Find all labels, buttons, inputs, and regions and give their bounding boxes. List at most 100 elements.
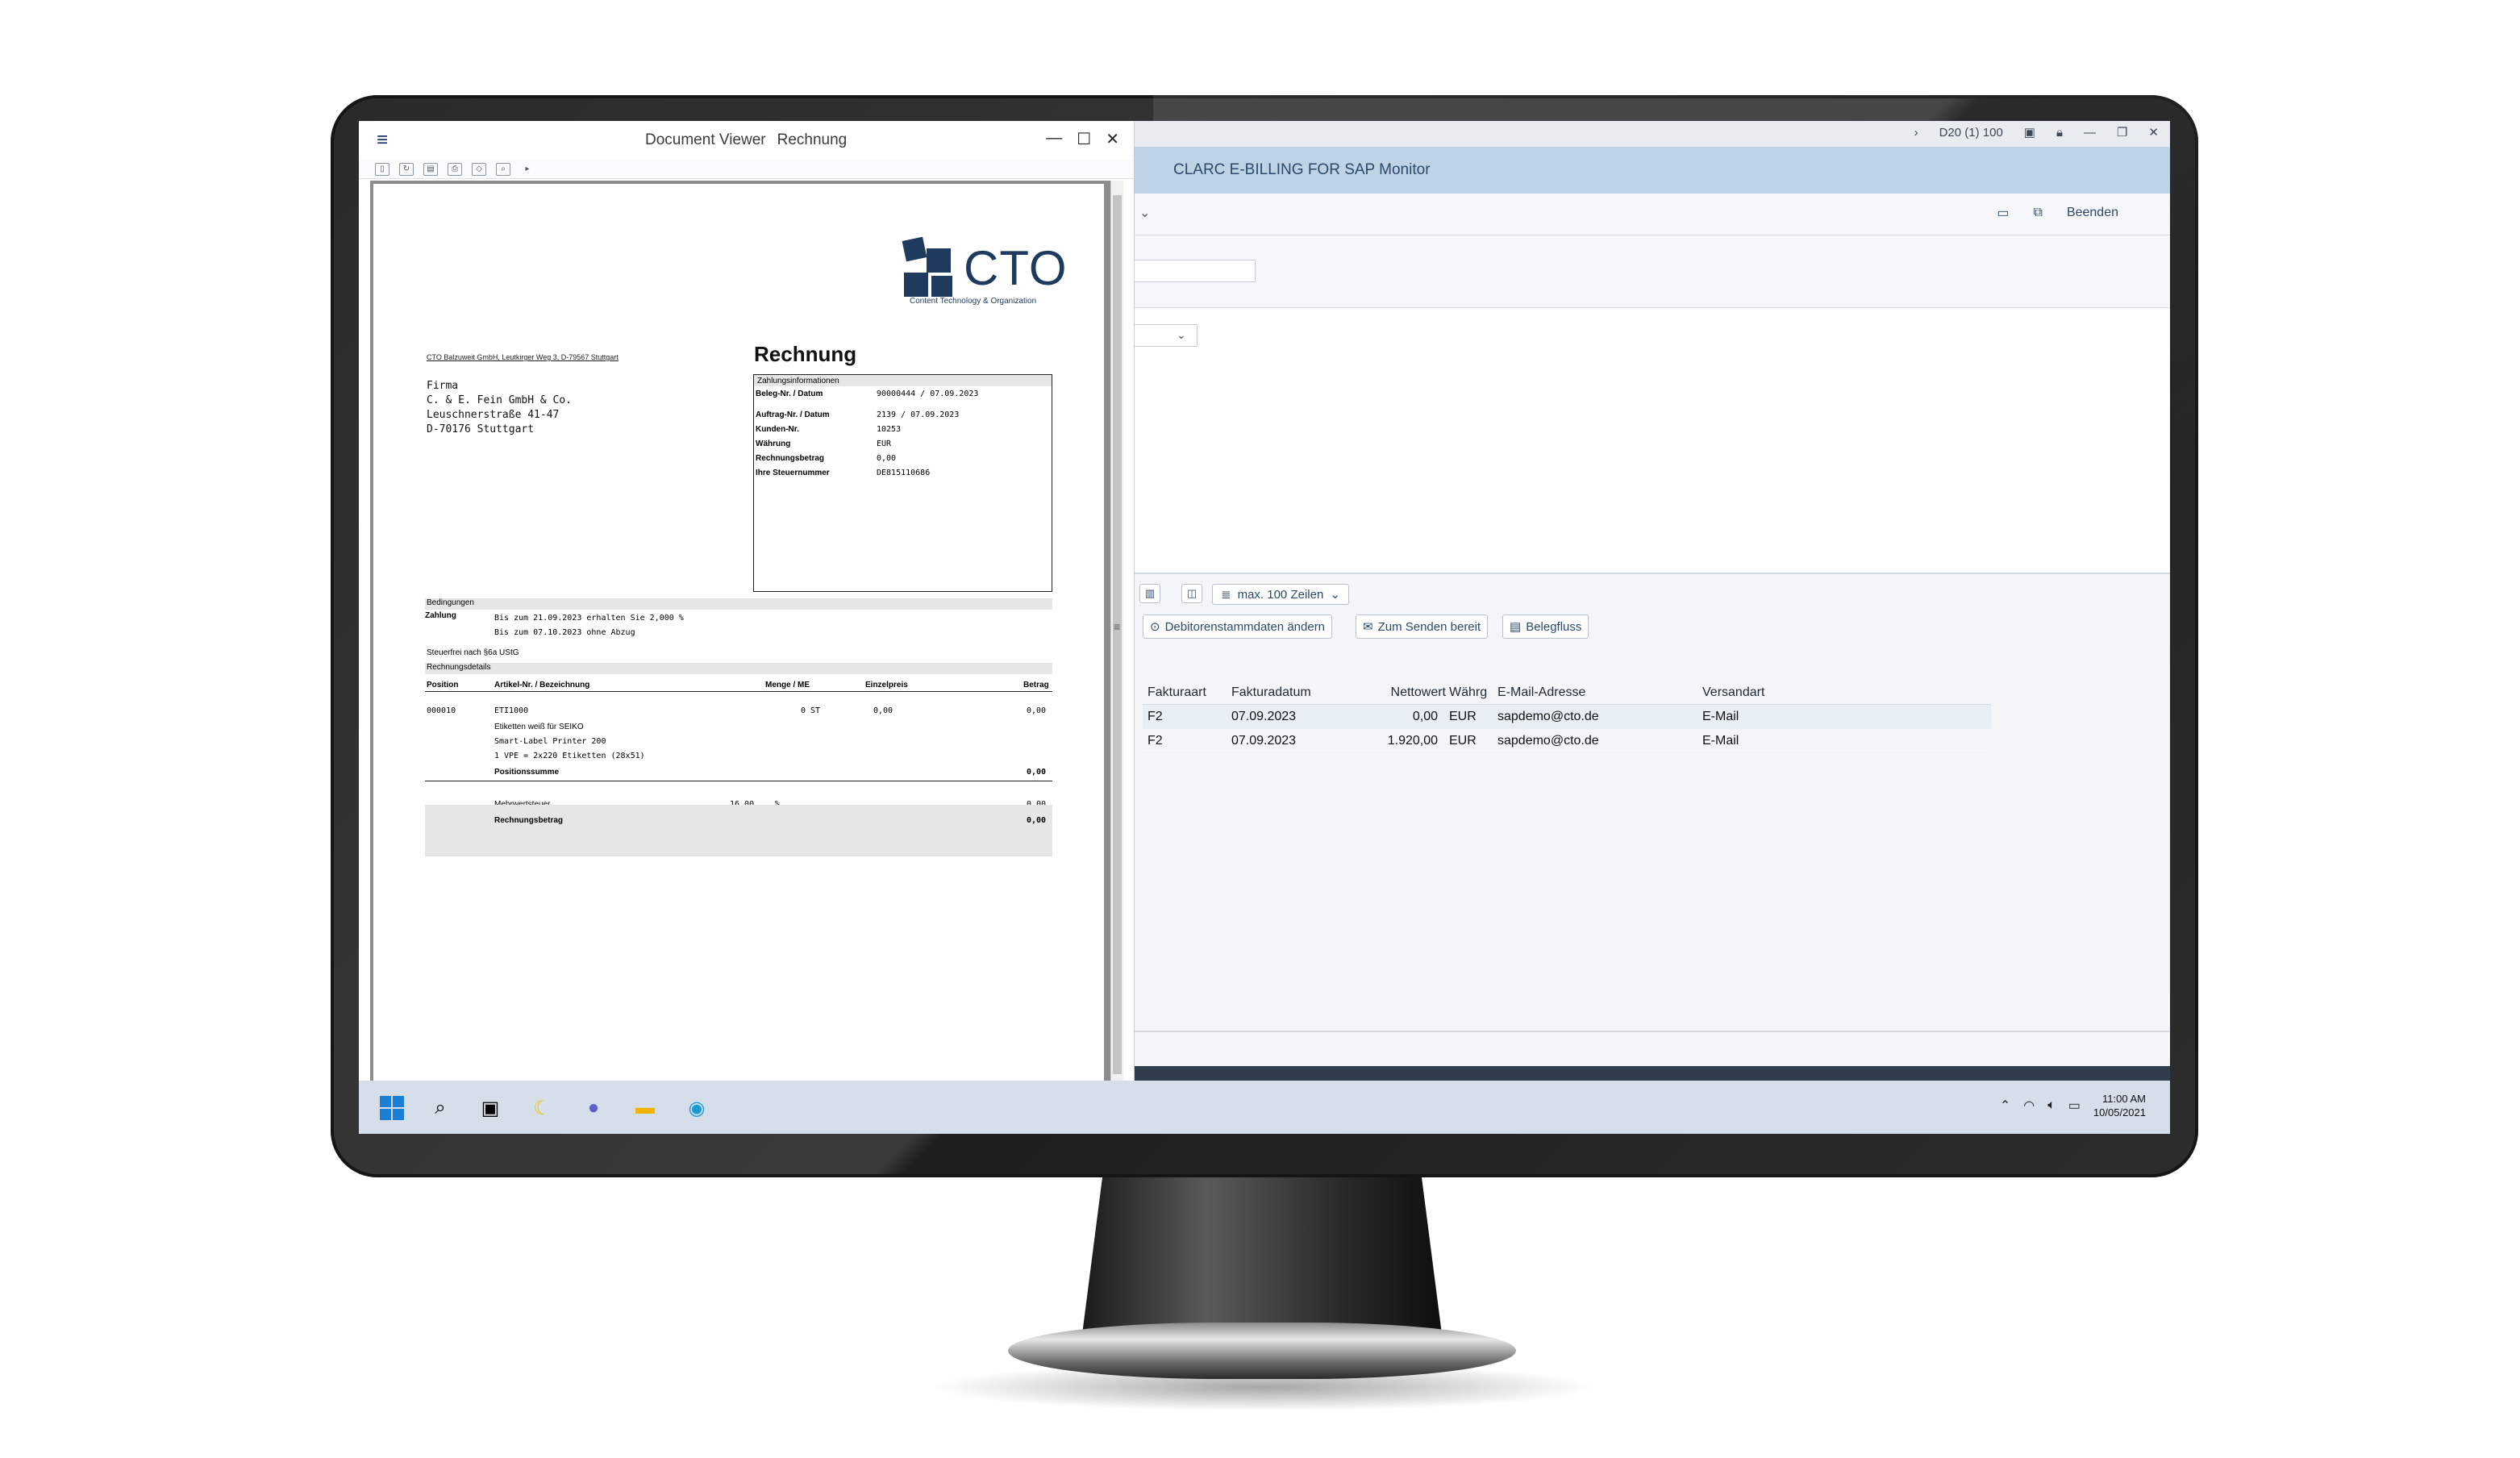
ready-to-send-button[interactable]: ✉ Zum Senden bereit bbox=[1356, 614, 1489, 639]
details-header: Rechnungsdetails bbox=[425, 663, 1052, 674]
sap-app-header: CLARC E-BILLING FOR SAP Monitor bbox=[1135, 147, 2170, 194]
screen: ≡ Document Viewer Rechnung — ☐ ✕ ▯ ↻ ▤ ⎙… bbox=[359, 121, 2170, 1134]
chat-icon[interactable]: ● bbox=[580, 1095, 607, 1121]
widgets-icon[interactable]: ☾ bbox=[528, 1095, 556, 1121]
tax-note: Steuerfrei nach §6a UStG bbox=[427, 648, 519, 657]
invoice-title: Rechnung bbox=[754, 342, 857, 366]
scrollbar-thumb[interactable] bbox=[1113, 195, 1122, 1074]
selection-input[interactable] bbox=[1135, 260, 1256, 282]
info-row: Ihre Steuernummer DE815110686 bbox=[756, 468, 931, 477]
item-desc: 1 VPE = 2x220 Etiketten (28x51) bbox=[494, 752, 645, 760]
total-box: Rechnungsbetrag 0,00 bbox=[425, 805, 1052, 856]
monitor-stand-neck bbox=[1081, 1177, 1443, 1347]
chart-icon[interactable]: ▥ bbox=[1139, 584, 1160, 603]
maximize-icon[interactable]: ☐ bbox=[1077, 129, 1091, 149]
selection-dropdown[interactable]: ⌄ bbox=[1135, 324, 1198, 347]
rotate-icon[interactable]: ↻ bbox=[399, 162, 414, 176]
item-position: 000010 bbox=[427, 706, 456, 715]
lock-icon[interactable]: 🔒︎ bbox=[2056, 126, 2063, 140]
item-article: ETI1000 bbox=[494, 706, 529, 715]
windows-start-icon[interactable] bbox=[378, 1095, 406, 1121]
logo-text: CTO bbox=[964, 241, 1068, 295]
save-icon[interactable]: ▤ bbox=[423, 162, 438, 176]
minimize-icon[interactable]: — bbox=[2084, 126, 2096, 140]
invoice-page: CTO Content Technology & Organization CT… bbox=[373, 184, 1104, 1081]
invoice-table-header: Position Artikel-Nr. / Bezeichnung Menge… bbox=[425, 679, 1052, 692]
edge-icon[interactable]: ◉ bbox=[683, 1095, 710, 1121]
edit-debtor-button[interactable]: ⊙ Debitorenstammdaten ändern bbox=[1143, 614, 1333, 639]
info-row: Kunden-Nr. 10253 bbox=[756, 424, 902, 434]
close-icon[interactable]: ✕ bbox=[1106, 129, 1119, 149]
chevron-right-icon[interactable]: › bbox=[1914, 126, 1918, 140]
viewer-doc-name: Rechnung bbox=[777, 131, 848, 148]
table-row[interactable]: F2 07.09.2023 0,00 EUR sapdemo@cto.de E-… bbox=[1143, 705, 1991, 729]
info-row: Rechnungsbetrag 0,00 bbox=[756, 453, 897, 463]
item-unit-price: 0,00 bbox=[873, 706, 893, 715]
chevron-down-icon[interactable]: ⌄ bbox=[1139, 205, 1150, 221]
play-icon[interactable]: ▸ bbox=[520, 163, 535, 176]
selection-area-2: ⌄ bbox=[1135, 308, 2170, 574]
list-icon: ≣ bbox=[1221, 588, 1231, 602]
monitor-stand-base bbox=[1008, 1323, 1516, 1379]
selection-area bbox=[1135, 235, 2170, 308]
position-sum: 0,00 bbox=[1027, 768, 1047, 777]
sap-toolbar: ⌄ ▭ ⧉ Beenden bbox=[1135, 194, 2170, 235]
payment-info-box: Zahlungsinformationen Beleg-Nr. / Datum 9… bbox=[753, 374, 1052, 592]
grip-icon[interactable]: ≡ bbox=[1114, 620, 1120, 633]
document-flow-button[interactable]: ▤ Belegfluss bbox=[1502, 614, 1589, 639]
document-icon: ▤ bbox=[1510, 620, 1522, 634]
alv-action-buttons: ⊙ Debitorenstammdaten ändern ✉ Zum Sende… bbox=[1135, 606, 2170, 644]
layout-icon[interactable]: ▣ bbox=[2024, 125, 2035, 140]
taskbar: ⌕ ▣ ☾ ● ▬ ◉ ⌃ ◠ 🔈︎ ▭ 11:00 AM 10/05/2021 bbox=[359, 1081, 2170, 1134]
viewer-title: Document Viewer bbox=[645, 131, 766, 148]
chevron-up-icon[interactable]: ⌃ bbox=[2000, 1098, 2010, 1114]
sap-app-title: CLARC E-BILLING FOR SAP Monitor bbox=[1173, 161, 1431, 178]
tag-icon[interactable]: ◇ bbox=[472, 162, 486, 176]
folder-icon[interactable]: ▬ bbox=[631, 1095, 659, 1121]
details-icon[interactable]: ◫ bbox=[1181, 584, 1202, 603]
close-icon[interactable]: ✕ bbox=[2148, 125, 2159, 140]
status-bar bbox=[1135, 1066, 2170, 1081]
rows-select[interactable]: ≣ max. 100 Zeilen ⌄ bbox=[1212, 584, 1349, 605]
restore-icon[interactable]: ❐ bbox=[2117, 125, 2127, 140]
sender-line: CTO Balzuweit GmbH, Leutkirger Weg 3, D-… bbox=[427, 353, 619, 361]
wifi-icon[interactable]: ◠ bbox=[2023, 1098, 2035, 1114]
alv-toolbar: ▥ ◫ ≣ max. 100 Zeilen ⌄ bbox=[1135, 574, 2170, 606]
window-icon[interactable]: ▭ bbox=[1997, 205, 2009, 221]
viewer-scrollbar[interactable]: ≡ bbox=[1110, 181, 1123, 1081]
new-session-icon[interactable]: ⧉ bbox=[2034, 206, 2043, 220]
clock[interactable]: 11:00 AM 10/05/2021 bbox=[2093, 1092, 2146, 1119]
viewer-titlebar: ≡ Document Viewer Rechnung — ☐ ✕ bbox=[359, 121, 1134, 160]
viewer-toolbar: ▯ ↻ ▤ ⎙ ◇ ⌕ ▸ bbox=[359, 160, 1134, 179]
sap-titlebar: › D20 (1) 100 ▣ 🔒︎ — ❐ ✕ bbox=[1135, 121, 2170, 147]
recipient-address: Firma C. & E. Fein GmbH & Co. Leuschners… bbox=[427, 380, 573, 435]
minimize-icon[interactable]: — bbox=[1046, 129, 1062, 149]
chevron-down-icon: ⌄ bbox=[1177, 328, 1186, 341]
search-icon[interactable]: ⌕ bbox=[427, 1095, 454, 1121]
payment-info-header: Zahlungsinformationen bbox=[754, 375, 1052, 386]
table-row[interactable]: F2 07.09.2023 1.920,00 EUR sapdemo@cto.d… bbox=[1143, 729, 1991, 753]
speaker-icon[interactable]: 🔈︎ bbox=[2047, 1098, 2056, 1113]
item-qty: 0 ST bbox=[801, 706, 821, 715]
info-row: Auftrag-Nr. / Datum 2139 / 07.09.2023 bbox=[756, 410, 960, 419]
item-desc: Smart-Label Printer 200 bbox=[494, 737, 606, 746]
search-icon[interactable]: ⌕ bbox=[496, 162, 510, 176]
document-viewer-window: ≡ Document Viewer Rechnung — ☐ ✕ ▯ ↻ ▤ ⎙… bbox=[359, 121, 1135, 1081]
payment-terms: Bis zum 21.09.2023 erhalten Sie 2,000 % … bbox=[494, 614, 684, 637]
viewer-canvas: CTO Content Technology & Organization CT… bbox=[370, 181, 1123, 1081]
monitor-frame: ≡ Document Viewer Rechnung — ☐ ✕ ▯ ↻ ▤ ⎙… bbox=[331, 95, 2198, 1177]
splitter[interactable] bbox=[1135, 1031, 2170, 1032]
exit-button[interactable]: Beenden bbox=[2067, 206, 2118, 220]
battery-icon[interactable]: ▭ bbox=[2068, 1098, 2081, 1114]
mail-icon: ✉ bbox=[1363, 620, 1373, 634]
payment-label: Zahlung bbox=[425, 611, 456, 620]
page-icon[interactable]: ▯ bbox=[375, 162, 389, 176]
item-amount: 0,00 bbox=[1027, 706, 1047, 715]
sap-window: › D20 (1) 100 ▣ 🔒︎ — ❐ ✕ CLARC E-BILLING… bbox=[1135, 121, 2170, 1081]
hamburger-icon[interactable]: ≡ bbox=[377, 129, 388, 152]
info-row: Beleg-Nr. / Datum 90000444 / 07.09.2023 bbox=[756, 389, 979, 398]
item-desc: Etiketten weiß für SEIKO bbox=[494, 723, 584, 731]
print-icon[interactable]: ⎙ bbox=[448, 162, 462, 176]
task-view-icon[interactable]: ▣ bbox=[477, 1095, 504, 1121]
conditions-header: Bedingungen bbox=[425, 598, 1052, 610]
